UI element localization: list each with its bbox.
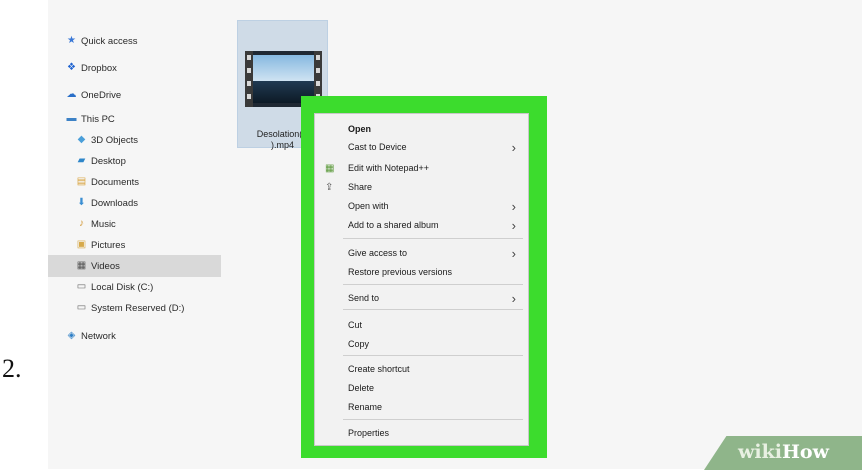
nav-item-label: Network bbox=[81, 330, 116, 342]
nav-item-3d-objects[interactable]: ◆ 3D Objects bbox=[76, 129, 249, 151]
menu-item-restore-previous-versions[interactable]: Restore previous versions bbox=[315, 263, 528, 281]
menu-item-give-access-to[interactable]: Give access to › bbox=[315, 244, 528, 262]
computer-icon: ▬ bbox=[66, 113, 77, 124]
nav-item-videos[interactable]: ▦ Videos bbox=[48, 255, 221, 277]
network-icon: ◈ bbox=[67, 330, 76, 341]
menu-separator bbox=[343, 309, 523, 310]
menu-item-delete[interactable]: Delete bbox=[315, 379, 528, 397]
share-icon: ⇪ bbox=[325, 181, 334, 193]
context-menu: Open Cast to Device › ▦ Edit with Notepa… bbox=[314, 113, 529, 446]
nav-item-label: This PC bbox=[81, 113, 115, 125]
cube-icon: ◆ bbox=[77, 134, 86, 145]
nav-item-label: Music bbox=[91, 218, 116, 230]
desktop-folder-icon: ▰ bbox=[77, 155, 86, 166]
file-explorer-screenshot: ★ Quick access ❖ Dropbox ☁ OneDrive ▬ Th… bbox=[48, 0, 862, 469]
wikihow-watermark: wikiHow bbox=[704, 436, 862, 470]
menu-item-cut[interactable]: Cut bbox=[315, 316, 528, 334]
music-folder-icon: ♪ bbox=[79, 218, 84, 229]
chevron-right-icon: › bbox=[511, 139, 516, 155]
cloud-icon: ☁ bbox=[66, 89, 77, 100]
nav-item-network[interactable]: ◈ Network bbox=[66, 325, 239, 347]
menu-item-open-with[interactable]: Open with › bbox=[315, 197, 528, 215]
menu-item-add-to-shared-album[interactable]: Add to a shared album › bbox=[315, 216, 528, 234]
nav-item-label: OneDrive bbox=[81, 89, 122, 101]
pictures-folder-icon: ▣ bbox=[76, 239, 87, 250]
nav-item-dropbox[interactable]: ❖ Dropbox bbox=[66, 57, 239, 79]
step-number: 2. bbox=[2, 354, 22, 383]
nav-item-label: 3D Objects bbox=[91, 134, 138, 146]
menu-separator bbox=[343, 238, 523, 239]
videos-folder-icon: ▦ bbox=[76, 260, 87, 271]
nav-item-pictures[interactable]: ▣ Pictures bbox=[76, 234, 249, 256]
downloads-folder-icon: ⬇ bbox=[77, 197, 86, 208]
menu-separator bbox=[343, 284, 523, 285]
nav-item-desktop[interactable]: ▰ Desktop bbox=[76, 150, 249, 172]
menu-item-edit-with-notepad[interactable]: ▦ Edit with Notepad++ bbox=[315, 159, 528, 177]
nav-item-label: System Reserved (D:) bbox=[91, 302, 185, 314]
documents-folder-icon: ▤ bbox=[76, 176, 87, 187]
nav-item-label: Quick access bbox=[81, 35, 138, 47]
navigation-pane: ★ Quick access ❖ Dropbox ☁ OneDrive ▬ Th… bbox=[48, 0, 223, 469]
menu-separator bbox=[343, 419, 523, 420]
watermark-wiki: wiki bbox=[738, 441, 782, 463]
nav-item-onedrive[interactable]: ☁ OneDrive bbox=[66, 84, 239, 106]
nav-item-quick-access[interactable]: ★ Quick access bbox=[66, 30, 239, 52]
nav-item-label: Pictures bbox=[91, 239, 126, 251]
nav-item-label: Dropbox bbox=[81, 62, 117, 74]
nav-item-documents[interactable]: ▤ Documents bbox=[76, 171, 249, 193]
star-icon: ★ bbox=[67, 35, 76, 46]
menu-item-cast-to-device[interactable]: Cast to Device › bbox=[315, 138, 528, 156]
nav-item-this-pc[interactable]: ▬ This PC bbox=[66, 108, 239, 130]
notepad-icon: ▦ bbox=[325, 162, 335, 174]
nav-item-downloads[interactable]: ⬇ Downloads bbox=[76, 192, 249, 214]
disk-icon: ▭ bbox=[76, 302, 87, 313]
chevron-right-icon: › bbox=[511, 198, 516, 214]
nav-item-music[interactable]: ♪ Music bbox=[76, 213, 249, 235]
chevron-right-icon: › bbox=[511, 245, 516, 261]
nav-item-label: Documents bbox=[91, 176, 140, 188]
chevron-right-icon: › bbox=[511, 217, 516, 233]
nav-item-label: Local Disk (C:) bbox=[91, 281, 154, 293]
dropbox-icon: ❖ bbox=[67, 62, 76, 73]
menu-separator bbox=[343, 355, 523, 356]
menu-item-open[interactable]: Open bbox=[315, 120, 528, 138]
nav-item-label: Videos bbox=[91, 260, 120, 272]
chevron-right-icon: › bbox=[511, 290, 516, 306]
menu-item-properties[interactable]: Properties bbox=[315, 424, 528, 442]
watermark-how: How bbox=[781, 441, 829, 463]
menu-item-create-shortcut[interactable]: Create shortcut bbox=[315, 360, 528, 378]
disk-icon: ▭ bbox=[76, 281, 87, 292]
nav-item-system-reserved-d[interactable]: ▭ System Reserved (D:) bbox=[76, 297, 249, 319]
nav-item-label: Downloads bbox=[91, 197, 138, 209]
nav-item-local-disk-c[interactable]: ▭ Local Disk (C:) bbox=[76, 276, 249, 298]
menu-item-rename[interactable]: Rename bbox=[315, 398, 528, 416]
nav-item-label: Desktop bbox=[91, 155, 126, 167]
menu-item-send-to[interactable]: Send to › bbox=[315, 289, 528, 307]
menu-item-share[interactable]: ⇪ Share bbox=[315, 178, 528, 196]
menu-item-copy[interactable]: Copy bbox=[315, 335, 528, 353]
